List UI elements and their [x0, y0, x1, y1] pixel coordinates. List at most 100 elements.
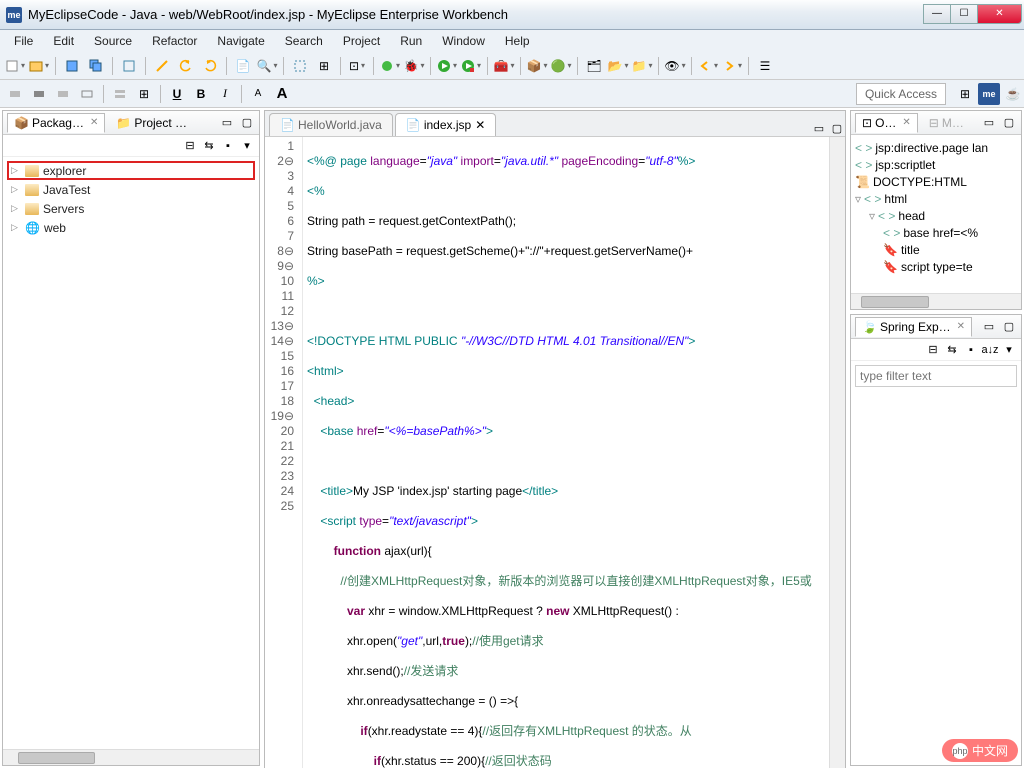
menu-refactor[interactable]: Refactor: [144, 32, 205, 50]
maximize-icon[interactable]: ▢: [1001, 319, 1017, 335]
new-class-button[interactable]: 🟢: [550, 55, 572, 77]
myeclipse-perspective-button[interactable]: me: [978, 83, 1000, 105]
link-icon[interactable]: ⇆: [201, 138, 217, 154]
outline-item[interactable]: < >jsp:directive.page lan: [855, 139, 1017, 156]
close-icon[interactable]: ✕: [957, 321, 965, 332]
outline-item[interactable]: < >jsp:scriptlet: [855, 156, 1017, 173]
menu-help[interactable]: Help: [497, 32, 538, 50]
tree-item-javatest[interactable]: ▷JavaTest: [7, 180, 255, 199]
tab-package-explorer[interactable]: 📦 Packag… ✕: [7, 113, 105, 133]
java-perspective-button[interactable]: ☕: [1002, 83, 1024, 105]
new-java-button[interactable]: 📦: [526, 55, 548, 77]
save-button[interactable]: [61, 55, 83, 77]
editor-tab-index[interactable]: 📄index.jsp✕: [395, 113, 496, 136]
tab-outline[interactable]: ⊡ O… ✕: [855, 113, 918, 133]
underline-button[interactable]: U: [166, 83, 188, 105]
new-project-button[interactable]: [28, 55, 50, 77]
dashboard-button[interactable]: 🗂: [583, 55, 605, 77]
close-icon[interactable]: ✕: [90, 117, 98, 128]
outline-tree[interactable]: < >jsp:directive.page lan < >jsp:scriptl…: [851, 135, 1021, 293]
minimize-icon[interactable]: ▭: [981, 115, 997, 131]
search-button[interactable]: 🔍: [256, 55, 278, 77]
rect1-icon[interactable]: [4, 83, 26, 105]
outline-item[interactable]: ▿< >head: [855, 207, 1017, 224]
minimize-icon[interactable]: ▭: [219, 115, 235, 131]
collapse-icon[interactable]: ⊟: [925, 342, 941, 358]
menu-edit[interactable]: Edit: [45, 32, 82, 50]
scrollbar-h[interactable]: [3, 749, 259, 765]
close-button[interactable]: ✕: [977, 4, 1022, 24]
rows-icon[interactable]: [109, 83, 131, 105]
minimize-icon[interactable]: ▭: [811, 120, 827, 136]
wand-button[interactable]: [151, 55, 173, 77]
menu-navigate[interactable]: Navigate: [209, 32, 272, 50]
scrollbar-v[interactable]: [829, 137, 845, 768]
italic-button[interactable]: I: [214, 83, 236, 105]
close-icon[interactable]: ✕: [475, 118, 485, 132]
toggle-mark-button[interactable]: [289, 55, 311, 77]
close-icon[interactable]: ✕: [902, 117, 910, 128]
link-editor-button[interactable]: [118, 55, 140, 77]
debug-button[interactable]: [379, 55, 401, 77]
redo-button[interactable]: [199, 55, 221, 77]
link-icon[interactable]: ⇆: [944, 342, 960, 358]
tab-project-explorer[interactable]: 📁 Project …: [109, 113, 194, 133]
tree-item-servers[interactable]: ▷Servers: [7, 199, 255, 218]
back-button[interactable]: [697, 55, 719, 77]
maximize-icon[interactable]: ▢: [239, 115, 255, 131]
font-small-button[interactable]: A: [247, 83, 269, 105]
outline-item[interactable]: ▿< >html: [855, 190, 1017, 207]
font-large-button[interactable]: A: [271, 83, 293, 105]
editor-tab-helloworld[interactable]: 📄HelloWorld.java: [269, 113, 393, 136]
folder-button[interactable]: 📁: [631, 55, 653, 77]
filter-icon[interactable]: ▪: [963, 342, 979, 358]
menu-search[interactable]: Search: [277, 32, 331, 50]
menu-window[interactable]: Window: [434, 32, 493, 50]
outline-scrollbar-h[interactable]: [851, 293, 1021, 309]
folder-open-button[interactable]: 📂: [607, 55, 629, 77]
maximize-button[interactable]: ☐: [950, 4, 978, 24]
tree-item-explorer[interactable]: ▷explorer: [7, 161, 255, 180]
outline-item[interactable]: 📜DOCTYPE:HTML: [855, 173, 1017, 190]
forward-button[interactable]: [721, 55, 743, 77]
collapse-button[interactable]: ☰: [754, 55, 776, 77]
maximize-icon[interactable]: ▢: [829, 120, 845, 136]
view-menu-icon[interactable]: ▾: [1001, 342, 1017, 358]
maximize-icon[interactable]: ▢: [1001, 115, 1017, 131]
open-perspective-button[interactable]: ⊞: [954, 83, 976, 105]
open-type-button[interactable]: 📄: [232, 55, 254, 77]
minimize-button[interactable]: —: [923, 4, 951, 24]
outline-item[interactable]: < >base href=<%: [855, 224, 1017, 241]
tab-minimap[interactable]: ⊟ M…: [922, 113, 971, 133]
rect4-icon[interactable]: [76, 83, 98, 105]
run-button[interactable]: [436, 55, 458, 77]
run-config-button[interactable]: [460, 55, 482, 77]
view-menu-icon[interactable]: ▾: [239, 138, 255, 154]
grid2-icon[interactable]: ⊞: [133, 83, 155, 105]
rect2-icon[interactable]: [28, 83, 50, 105]
filter-input[interactable]: [855, 365, 1017, 387]
menu-run[interactable]: Run: [392, 32, 430, 50]
bold-button[interactable]: B: [190, 83, 212, 105]
menu-source[interactable]: Source: [86, 32, 140, 50]
sort-icon[interactable]: a↓z: [982, 342, 998, 358]
rect3-icon[interactable]: [52, 83, 74, 105]
external-tools-button[interactable]: 🧰: [493, 55, 515, 77]
editor-body[interactable]: 12⊖345678⊖9⊖10111213⊖14⊖1516171819⊖20212…: [265, 137, 845, 768]
outline-item[interactable]: 🔖script type=te: [855, 258, 1017, 275]
filter-icon[interactable]: ▪: [220, 138, 236, 154]
perspective-button[interactable]: ⊡: [346, 55, 368, 77]
undo-button[interactable]: [175, 55, 197, 77]
new-button[interactable]: [4, 55, 26, 77]
outline-item[interactable]: 🔖title: [855, 241, 1017, 258]
minimize-icon[interactable]: ▭: [981, 319, 997, 335]
context-button[interactable]: 👁: [664, 55, 686, 77]
tab-spring-explorer[interactable]: 🍃 Spring Exp… ✕: [855, 317, 972, 337]
debug-config-button[interactable]: 🐞: [403, 55, 425, 77]
menu-project[interactable]: Project: [335, 32, 388, 50]
collapse-all-icon[interactable]: ⊟: [182, 138, 198, 154]
quick-access[interactable]: Quick Access: [856, 83, 946, 105]
tree-item-web[interactable]: ▷🌐web: [7, 218, 255, 237]
code-area[interactable]: <%@ page language="java" import="java.ut…: [303, 137, 829, 768]
menu-file[interactable]: File: [6, 32, 41, 50]
